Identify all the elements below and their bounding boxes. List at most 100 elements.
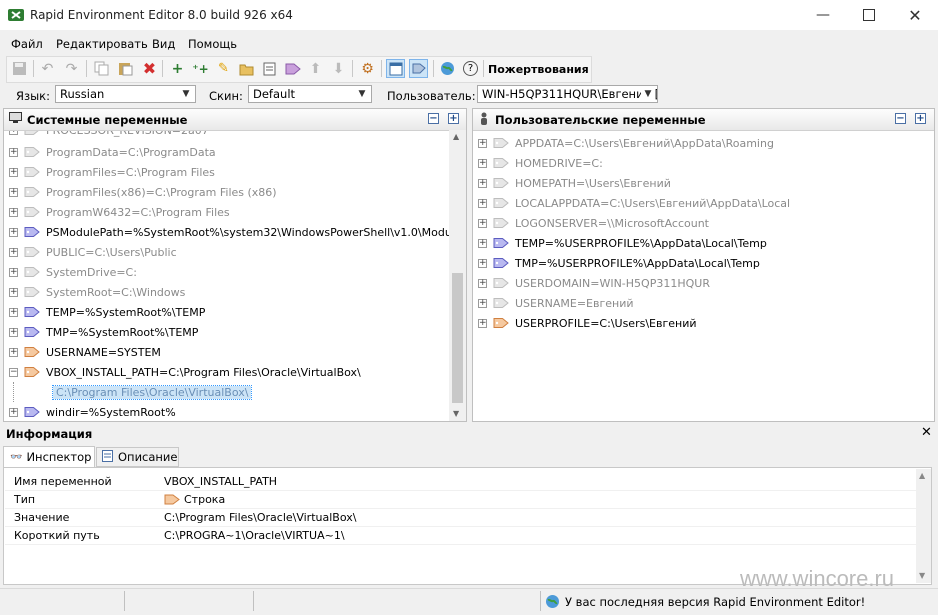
tree-row[interactable]: +LOCALAPPDATA=C:\Users\Евгений\AppData\L… bbox=[473, 193, 790, 213]
user-select[interactable]: WIN-H5QP311HQUR\Евгений [т ▼ bbox=[477, 85, 658, 103]
tree-row[interactable]: +SystemRoot=C:\Windows bbox=[4, 282, 185, 302]
paste-button[interactable] bbox=[116, 59, 135, 78]
tree-row[interactable]: +TMP=%SystemRoot%\TEMP bbox=[4, 322, 198, 342]
language-select[interactable]: Russian ▼ bbox=[55, 85, 196, 103]
tree-row[interactable]: +USERDOMAIN=WIN-H5QP311HQUR bbox=[473, 273, 710, 293]
expand-icon[interactable]: + bbox=[478, 139, 487, 148]
expand-icon[interactable]: + bbox=[478, 219, 487, 228]
tree-row[interactable]: +APPDATA=C:\Users\Евгений\AppData\Roamin… bbox=[473, 133, 774, 153]
expand-icon[interactable]: + bbox=[9, 168, 18, 177]
undo-button[interactable]: ↶ bbox=[38, 59, 57, 78]
inspector-value[interactable]: C:\Program Files\Oracle\VirtualBox\ bbox=[164, 511, 356, 524]
tree-row[interactable]: +TEMP=%USERPROFILE%\AppData\Local\Temp bbox=[473, 233, 767, 253]
expand-icon[interactable]: + bbox=[478, 279, 487, 288]
expand-icon[interactable]: + bbox=[9, 308, 18, 317]
tree-row[interactable]: +ProgramData=C:\ProgramData bbox=[4, 142, 216, 162]
expand-icon[interactable]: + bbox=[478, 239, 487, 248]
skin-select[interactable]: Default ▼ bbox=[248, 85, 372, 103]
move-down-button[interactable]: ⬇ bbox=[329, 59, 348, 78]
selected-value[interactable]: C:\Program Files\Oracle\VirtualBox\ bbox=[53, 386, 251, 399]
expand-icon[interactable]: + bbox=[478, 319, 487, 328]
menu-help[interactable]: Помощь bbox=[188, 37, 237, 51]
expand-icon[interactable]: + bbox=[9, 131, 18, 135]
expand-all-button[interactable]: + bbox=[915, 113, 926, 124]
tree-row[interactable]: +windir=%SystemRoot% bbox=[4, 402, 176, 421]
inspector-value[interactable]: C:\PROGRA~1\Oracle\VIRTUA~1\ bbox=[164, 529, 345, 542]
tree-row[interactable]: +HOMEDRIVE=C: bbox=[473, 153, 603, 173]
expand-icon[interactable]: + bbox=[9, 348, 18, 357]
scroll-down-icon[interactable]: ▼ bbox=[919, 571, 925, 580]
tree-row[interactable]: −VBOX_INSTALL_PATH=C:\Program Files\Orac… bbox=[4, 362, 361, 382]
tree-row[interactable]: +ProgramFiles=C:\Program Files bbox=[4, 162, 215, 182]
tree-row[interactable]: +LOGONSERVER=\\MicrosoftAccount bbox=[473, 213, 709, 233]
scroll-down-icon[interactable]: ▼ bbox=[453, 409, 459, 418]
settings-button[interactable]: ⚙ bbox=[358, 59, 377, 78]
collapse-all-button[interactable]: − bbox=[428, 113, 439, 124]
expand-icon[interactable]: + bbox=[9, 408, 18, 417]
tag-view-button[interactable] bbox=[409, 59, 428, 78]
inspector-value[interactable]: Строка bbox=[184, 493, 225, 506]
collapse-icon[interactable]: − bbox=[9, 368, 18, 377]
tree-row[interactable]: +ProgramFiles(x86)=C:\Program Files (x86… bbox=[4, 182, 277, 202]
expand-icon[interactable]: + bbox=[9, 148, 18, 157]
inspector-scrollbar[interactable]: ▲ ▼ bbox=[916, 469, 931, 583]
folder-button[interactable] bbox=[237, 59, 256, 78]
save-button[interactable] bbox=[10, 59, 29, 78]
tag-button[interactable] bbox=[283, 59, 302, 78]
clipboard-button[interactable] bbox=[260, 59, 279, 78]
menu-view[interactable]: Вид bbox=[152, 37, 175, 51]
close-info-button[interactable]: ✕ bbox=[921, 425, 932, 440]
system-panel-scrollbar[interactable]: ▲ ▼ bbox=[449, 130, 466, 421]
collapse-all-button[interactable]: − bbox=[895, 113, 906, 124]
donate-button[interactable]: Пожертвования bbox=[488, 63, 589, 76]
expand-icon[interactable]: + bbox=[9, 248, 18, 257]
redo-button[interactable]: ↷ bbox=[62, 59, 81, 78]
delete-button[interactable]: ✖ bbox=[140, 59, 159, 78]
scrollbar-thumb[interactable] bbox=[452, 273, 463, 403]
expand-icon[interactable]: + bbox=[9, 188, 18, 197]
tree-row[interactable]: +ProgramW6432=C:\Program Files bbox=[4, 202, 230, 222]
minimize-button[interactable]: — bbox=[800, 0, 846, 30]
help-button[interactable]: ? bbox=[461, 59, 480, 78]
scroll-up-icon[interactable]: ▲ bbox=[453, 132, 459, 141]
inspector-value[interactable]: VBOX_INSTALL_PATH bbox=[164, 475, 277, 488]
edit-button[interactable]: ✎ bbox=[214, 59, 233, 78]
expand-icon[interactable]: + bbox=[478, 259, 487, 268]
tree-row[interactable]: +PROCESSOR_REVISION=2a07 bbox=[4, 131, 209, 140]
copy-button[interactable] bbox=[92, 59, 111, 78]
tree-row[interactable]: +TEMP=%SystemRoot%\TEMP bbox=[4, 302, 205, 322]
tab-description[interactable]: Описание bbox=[96, 447, 179, 467]
tree-row[interactable]: +USERPROFILE=C:\Users\Евгений bbox=[473, 313, 697, 333]
expand-icon[interactable]: + bbox=[478, 299, 487, 308]
expand-icon[interactable]: + bbox=[9, 328, 18, 337]
tree-row[interactable]: +USERNAME=Евгений bbox=[473, 293, 634, 313]
tree-row[interactable]: +SystemDrive=C: bbox=[4, 262, 137, 282]
close-button[interactable]: ✕ bbox=[892, 0, 938, 30]
tree-row[interactable]: +PSModulePath=%SystemRoot%\system32\Wind… bbox=[4, 222, 450, 242]
expand-all-button[interactable]: + bbox=[448, 113, 459, 124]
tree-row[interactable]: +USERNAME=SYSTEM bbox=[4, 342, 161, 362]
tree-line bbox=[13, 382, 53, 402]
inspector-row-type: Тип Строка bbox=[5, 490, 917, 509]
expand-icon[interactable]: + bbox=[478, 179, 487, 188]
expand-icon[interactable]: + bbox=[478, 159, 487, 168]
add-value-button[interactable]: ⁺+ bbox=[191, 59, 210, 78]
menu-edit[interactable]: Редактировать bbox=[56, 37, 148, 51]
menu-file[interactable]: Файл bbox=[11, 37, 43, 51]
expand-icon[interactable]: + bbox=[9, 288, 18, 297]
expand-icon[interactable]: + bbox=[9, 228, 18, 237]
move-up-button[interactable]: ⬆ bbox=[306, 59, 325, 78]
scroll-up-icon[interactable]: ▲ bbox=[919, 471, 925, 480]
inspector-view-button[interactable] bbox=[386, 59, 405, 78]
tree-child-row[interactable]: C:\Program Files\Oracle\VirtualBox\ bbox=[4, 382, 251, 402]
expand-icon[interactable]: + bbox=[478, 199, 487, 208]
maximize-button[interactable] bbox=[846, 0, 892, 30]
tab-inspector[interactable]: 👓 Инспектор bbox=[3, 446, 95, 467]
tree-row[interactable]: +HOMEPATH=\Users\Евгений bbox=[473, 173, 671, 193]
expand-icon[interactable]: + bbox=[9, 268, 18, 277]
add-variable-button[interactable]: + bbox=[168, 59, 187, 78]
tree-row[interactable]: +TMP=%USERPROFILE%\AppData\Local\Temp bbox=[473, 253, 760, 273]
tree-row[interactable]: +PUBLIC=C:\Users\Public bbox=[4, 242, 177, 262]
web-button[interactable] bbox=[438, 59, 457, 78]
expand-icon[interactable]: + bbox=[9, 208, 18, 217]
